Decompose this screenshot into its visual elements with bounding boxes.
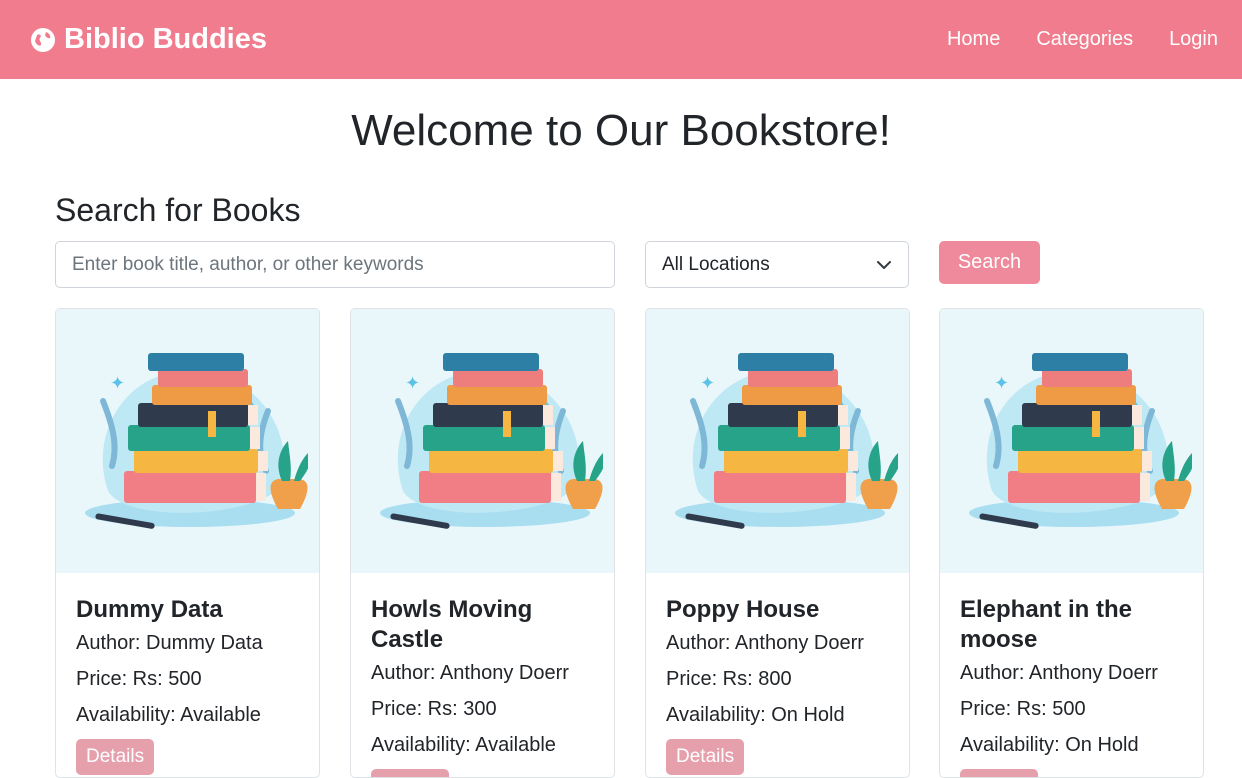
location-select-value: All Locations [662,253,770,275]
book-title: Elephant in the moose [960,596,1133,653]
book-title: Howls Moving Castle [371,596,533,653]
nav-login[interactable]: Login [1169,28,1218,51]
book-availability: Availability: On Hold [960,734,1139,756]
location-select[interactable]: All Locations [645,241,909,288]
search-section-title: Search for Books [55,192,301,228]
book-author: Author: Dummy Data [76,632,263,654]
nav-links: Home Categories Login [947,28,1218,51]
search-button[interactable]: Search [939,241,1040,284]
book-title: Dummy Data [76,596,223,623]
book-availability: Availability: Available [371,734,556,756]
details-button[interactable]: Details [960,769,1039,777]
svg-text:✦: ✦ [994,373,1009,394]
brand[interactable]: Biblio Buddies [30,23,267,56]
svg-text:✦: ✦ [405,373,420,394]
details-button[interactable]: Details [666,739,745,775]
book-price: Price: Rs: 500 [960,698,1086,720]
book-availability: Availability: Available [76,704,261,726]
brand-name: Biblio Buddies [64,23,267,55]
book-author: Author: Anthony Doerr [371,662,569,684]
navbar: Biblio Buddies Home Categories Login [0,0,1242,79]
book-stack-illustration: ✦ ✦ [56,309,319,573]
nav-home[interactable]: Home [947,28,1000,51]
book-price: Price: Rs: 300 [371,698,497,720]
globe-icon [30,27,56,53]
details-button[interactable]: Details [371,769,450,777]
svg-text:✦: ✦ [700,373,715,394]
details-button[interactable]: Details [76,739,155,775]
book-stack-illustration: ✦ ✦ [351,309,614,573]
book-price: Price: Rs: 800 [666,668,792,690]
book-price: Price: Rs: 500 [76,668,202,690]
book-stack-illustration: ✦ ✦ [940,309,1203,573]
book-card: ✦ ✦ Dummy Data Author: Dummy Data Price:… [55,308,320,778]
book-author: Author: Anthony Doerr [666,632,864,654]
book-card: ✦ ✦ Poppy House Author: Anthony Doerr Pr… [645,308,910,778]
search-input[interactable] [55,241,615,288]
book-card: ✦ ✦ Howls Moving Castle Author: Anthony … [350,308,615,778]
book-author: Author: Anthony Doerr [960,662,1158,684]
chevron-down-icon [876,257,892,273]
svg-text:✦: ✦ [110,373,125,394]
book-title: Poppy House [666,596,820,623]
page-title: Welcome to Our Bookstore! [351,106,891,155]
book-stack-illustration: ✦ ✦ [646,309,909,573]
book-availability: Availability: On Hold [666,704,845,726]
book-card: ✦ ✦ Elephant in the moose Author: Anthon… [939,308,1204,778]
nav-categories[interactable]: Categories [1036,28,1133,51]
